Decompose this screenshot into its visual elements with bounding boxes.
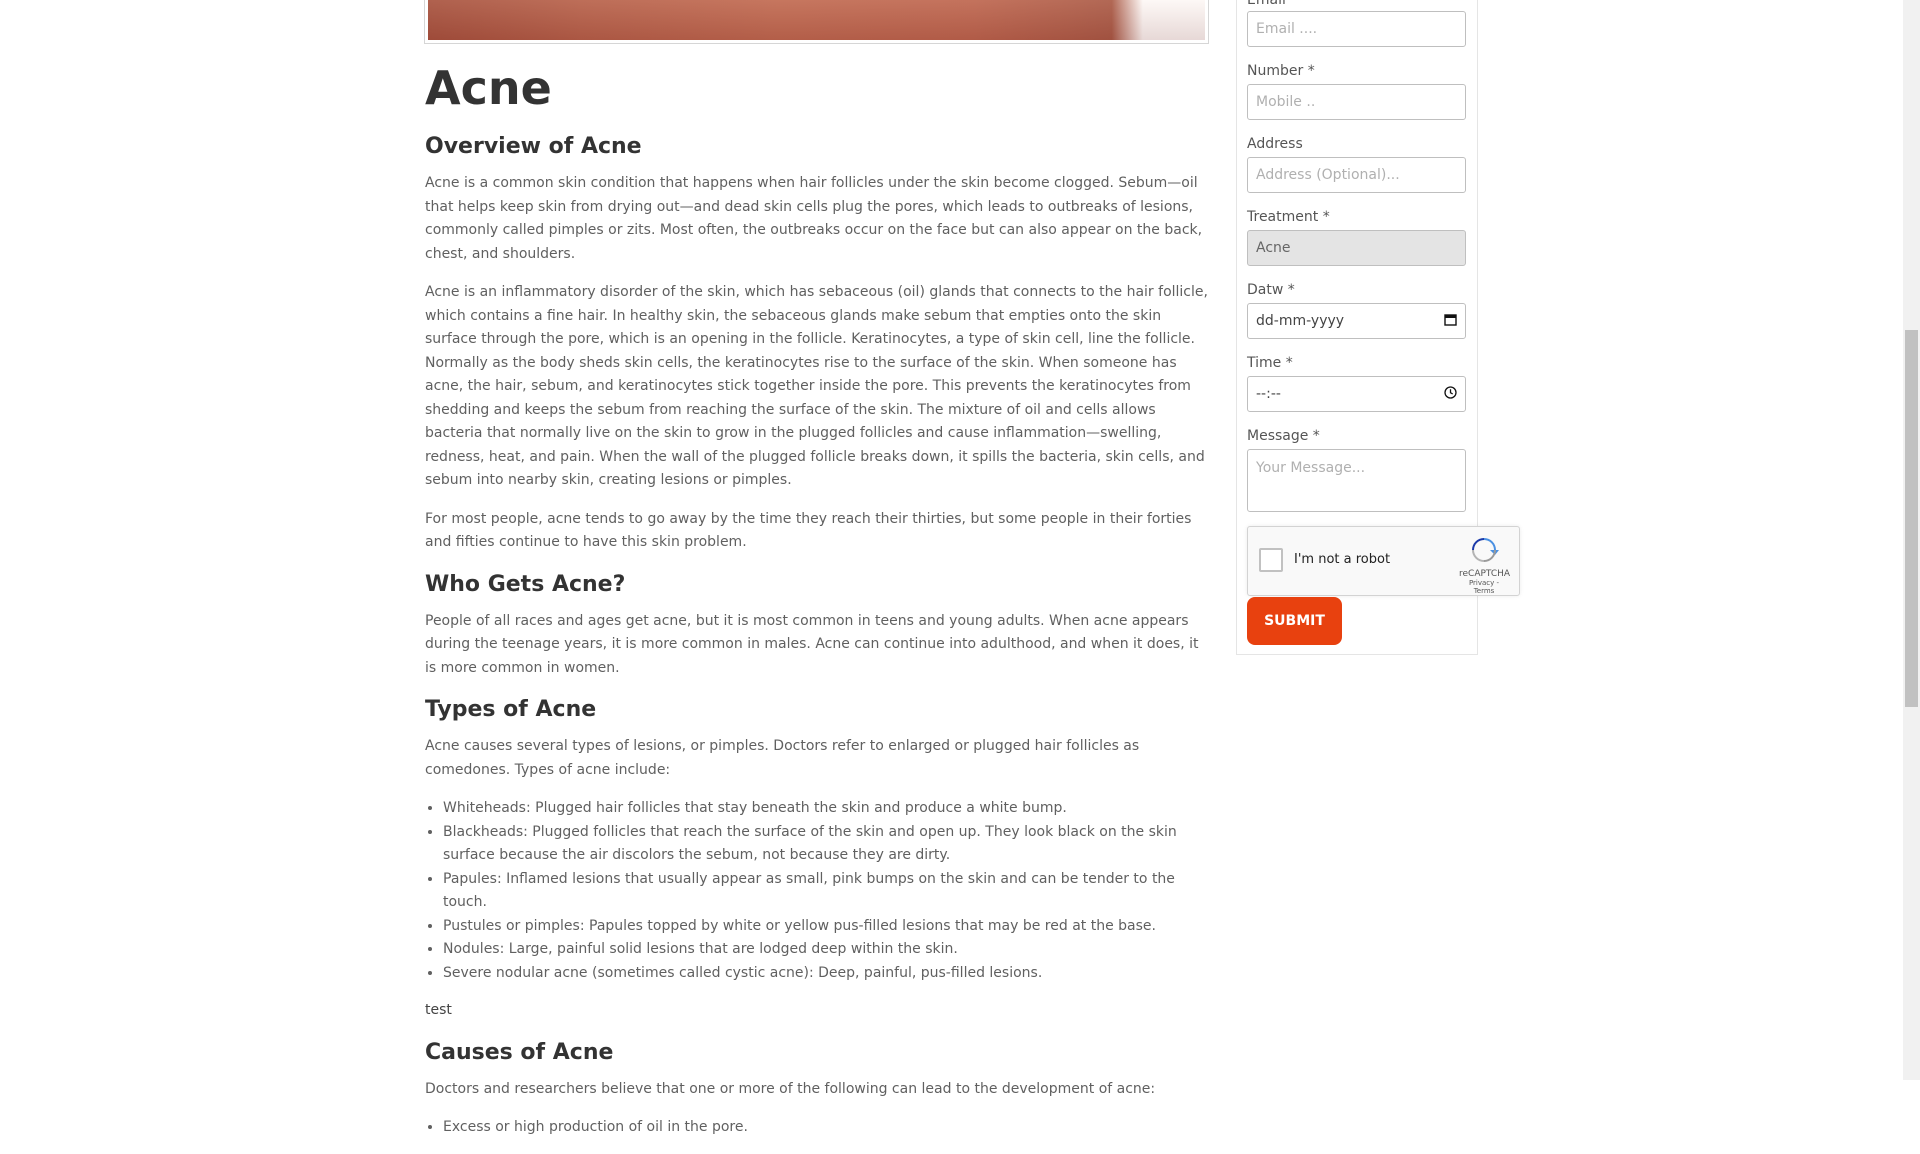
list-item: Pustules or pimples: Papules topped by w… <box>443 915 1210 939</box>
number-label: Number * <box>1247 63 1315 79</box>
treatment-label: Treatment * <box>1247 209 1330 225</box>
paragraph: Acne causes several types of lesions, or… <box>425 738 1140 778</box>
scrollbar-track[interactable] <box>1903 0 1920 1080</box>
list-item: Blackheads: Plugged follicles that reach… <box>443 821 1210 868</box>
address-label: Address <box>1247 136 1303 152</box>
mobile-field[interactable] <box>1247 84 1466 120</box>
section-heading-types: Types of Acne <box>425 697 597 722</box>
list-item: Severe nodular acne (sometimes called cy… <box>443 962 1210 986</box>
recaptcha-label: I'm not a robot <box>1294 552 1391 567</box>
hero-image-frame <box>424 0 1209 44</box>
time-field-value: --:-- <box>1256 386 1281 402</box>
address-field[interactable] <box>1247 157 1466 193</box>
section-heading-overview: Overview of Acne <box>425 134 642 159</box>
time-field[interactable]: --:-- <box>1247 376 1466 412</box>
note-text: test <box>425 1002 452 1018</box>
acne-types-list: Whiteheads: Plugged hair follicles that … <box>425 797 1210 985</box>
recaptcha-widget: I'm not a robot reCAPTCHA Privacy - Term… <box>1247 526 1520 596</box>
list-item: Papules: Inflamed lesions that usually a… <box>443 868 1210 915</box>
scrollbar-thumb[interactable] <box>1905 330 1918 707</box>
paragraph: People of all races and ages get acne, b… <box>425 612 1199 676</box>
list-item: Nodules: Large, painful solid lesions th… <box>443 938 1210 962</box>
causes-list: Excess or high production of oil in the … <box>425 1116 1210 1140</box>
calendar-icon[interactable] <box>1444 313 1457 330</box>
paragraph: Doctors and researchers believe that one… <box>425 1080 1156 1097</box>
paragraph: Acne is a common skin condition that hap… <box>425 175 1203 262</box>
hero-image <box>428 0 1205 40</box>
email-field[interactable] <box>1247 11 1466 47</box>
recaptcha-checkbox[interactable] <box>1259 548 1283 572</box>
message-field[interactable] <box>1247 449 1466 512</box>
list-item: Excess or high production of oil in the … <box>443 1116 1210 1140</box>
submit-button[interactable]: SUBMIT <box>1247 597 1342 645</box>
section-heading-causes: Causes of Acne <box>425 1039 614 1065</box>
section-heading-who: Who Gets Acne? <box>425 571 626 597</box>
paragraph: Acne is an inflammatory disorder of the … <box>425 284 1208 488</box>
clock-icon[interactable] <box>1444 385 1457 403</box>
message-label: Message * <box>1247 428 1320 444</box>
treatment-field[interactable] <box>1247 230 1466 266</box>
article: Acne Overview of Acne Acne is a common s… <box>425 58 1210 1154</box>
recaptcha-brand: reCAPTCHA <box>1459 569 1511 579</box>
date-field-value: dd-mm-yyyy <box>1256 313 1345 329</box>
time-label: Time * <box>1247 355 1293 371</box>
email-label: Email <box>1247 0 1286 8</box>
recaptcha-icon <box>1472 538 1499 562</box>
recaptcha-links[interactable]: Privacy - Terms <box>1459 579 1509 595</box>
page-title: Acne <box>425 61 552 115</box>
date-field[interactable]: dd-mm-yyyy <box>1247 303 1466 339</box>
paragraph: For most people, acne tends to go away b… <box>425 510 1192 551</box>
recaptcha-logo: reCAPTCHA Privacy - Terms <box>1459 537 1511 595</box>
list-item: Whiteheads: Plugged hair follicles that … <box>443 797 1210 821</box>
date-label: Datw * <box>1247 282 1295 298</box>
